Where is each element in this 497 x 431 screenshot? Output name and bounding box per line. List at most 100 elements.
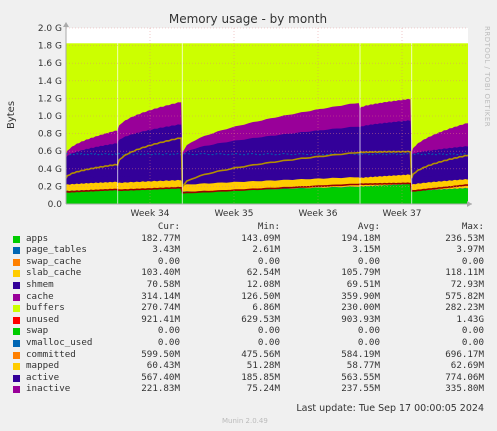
legend-avg: 237.55M bbox=[341, 383, 380, 395]
legend-cur: 0.00 bbox=[157, 255, 180, 267]
legend-header-cur: Cur: bbox=[157, 221, 180, 232]
legend-cur: 3.43M bbox=[152, 244, 180, 256]
legend-max: 236.53M bbox=[445, 232, 484, 244]
legend-max: 282.23M bbox=[445, 302, 484, 314]
legend-cur: 270.74M bbox=[141, 302, 180, 314]
legend-min: 62.54M bbox=[246, 267, 280, 279]
legend-min: 51.28M bbox=[246, 360, 280, 372]
legend-swatch bbox=[13, 363, 20, 371]
legend-header-max: Max: bbox=[461, 221, 484, 232]
y-tick-label: 1.4 G bbox=[38, 77, 62, 87]
legend-header-min: Min: bbox=[257, 221, 280, 232]
legend-cur: 567.40M bbox=[141, 371, 180, 383]
legend-row-cache: cache 314.14M 126.50M 359.90M 575.82M bbox=[8, 291, 488, 303]
legend-min: 143.09M bbox=[241, 232, 280, 244]
legend-name: inactive bbox=[26, 383, 71, 395]
legend-cur: 0.00 bbox=[157, 325, 180, 337]
legend-swatch bbox=[13, 281, 20, 289]
legend-name: apps bbox=[26, 232, 49, 244]
legend-min: 126.50M bbox=[241, 290, 280, 302]
legend-name: swap bbox=[26, 325, 49, 337]
legend-max: 0.00 bbox=[461, 325, 484, 337]
legend-min: 6.86M bbox=[252, 302, 280, 314]
legend-row-mapped: mapped 60.43M 51.28M 58.77M 62.69M bbox=[8, 360, 488, 372]
legend-row-active: active 567.40M 185.85M 563.55M 774.06M bbox=[8, 372, 488, 384]
legend-swatch bbox=[13, 258, 20, 266]
y-tick-label: 0.2 G bbox=[38, 182, 62, 192]
legend-swatch bbox=[13, 339, 20, 347]
y-tick-label: 0.0 bbox=[48, 200, 63, 210]
y-tick-label: 1.6 G bbox=[38, 59, 62, 69]
legend-min: 629.53M bbox=[241, 313, 280, 325]
y-tick-label: 0.4 G bbox=[38, 165, 62, 175]
legend-swatch bbox=[13, 386, 20, 394]
legend-name: mapped bbox=[26, 360, 60, 372]
legend-row-vmalloc-used: vmalloc_used 0.00 0.00 0.00 0.00 bbox=[8, 337, 488, 349]
legend-row-swap: swap 0.00 0.00 0.00 0.00 bbox=[8, 325, 488, 337]
legend-cur: 182.77M bbox=[141, 232, 180, 244]
legend-name: unused bbox=[26, 313, 60, 325]
legend-name: buffers bbox=[26, 302, 65, 314]
legend-max: 575.82M bbox=[445, 290, 484, 302]
legend-row-apps: apps 182.77M 143.09M 194.18M 236.53M bbox=[8, 233, 488, 245]
legend-swatch bbox=[13, 328, 20, 336]
y-tick-label: 1.8 G bbox=[38, 42, 62, 52]
legend-cur: 599.50M bbox=[141, 348, 180, 360]
legend-min: 0.00 bbox=[257, 336, 280, 348]
legend-name: shmem bbox=[26, 278, 54, 290]
legend-row-page-tables: page_tables 3.43M 2.61M 3.15M 3.97M bbox=[8, 244, 488, 256]
legend-row-slab-cache: slab_cache 103.40M 62.54M 105.79M 118.11M bbox=[8, 267, 488, 279]
legend-avg: 563.55M bbox=[341, 371, 380, 383]
legend-avg: 359.90M bbox=[341, 290, 380, 302]
legend-name: swap_cache bbox=[26, 255, 82, 267]
y-tick-label: 1.0 G bbox=[38, 112, 62, 122]
legend-min: 0.00 bbox=[257, 255, 280, 267]
y-tick-label: 0.8 G bbox=[38, 130, 62, 140]
legend-max: 0.00 bbox=[461, 255, 484, 267]
munin-version: Munin 2.0.49 bbox=[222, 417, 268, 425]
legend: Cur: Min: Avg: Max: apps 182.77M 143.09M 19… bbox=[8, 221, 488, 395]
legend-avg: 3.15M bbox=[352, 244, 380, 256]
y-tick-label: 1.2 G bbox=[38, 94, 62, 104]
legend-name: slab_cache bbox=[26, 267, 82, 279]
legend-min: 185.85M bbox=[241, 371, 280, 383]
legend-cur: 921.41M bbox=[141, 313, 180, 325]
legend-row-buffers: buffers 270.74M 6.86M 230.00M 282.23M bbox=[8, 302, 488, 314]
memory-chart: Memory usage - by month Bytes RRDTOOL / … bbox=[6, 12, 491, 219]
legend-swatch bbox=[13, 305, 20, 313]
legend-min: 475.56M bbox=[241, 348, 280, 360]
legend-row-inactive: inactive 221.83M 75.24M 237.55M 335.80M bbox=[8, 383, 488, 395]
legend-name: page_tables bbox=[26, 244, 87, 256]
legend-swatch bbox=[13, 374, 20, 382]
x-tick-label: Week 37 bbox=[383, 209, 422, 219]
legend-header: Cur: Min: Avg: Max: bbox=[8, 221, 488, 233]
y-axis-label: Bytes bbox=[6, 101, 17, 129]
legend-avg: 0.00 bbox=[357, 325, 380, 337]
legend-avg: 105.79M bbox=[341, 267, 380, 279]
legend-max: 62.69M bbox=[450, 360, 484, 372]
y-tick-label: 0.6 G bbox=[38, 147, 62, 157]
legend-cur: 60.43M bbox=[146, 360, 180, 372]
legend-avg: 0.00 bbox=[357, 255, 380, 267]
legend-row-shmem: shmem 70.58M 12.08M 69.51M 72.93M bbox=[8, 279, 488, 291]
legend-cur: 221.83M bbox=[141, 383, 180, 395]
legend-cur: 70.58M bbox=[146, 278, 180, 290]
legend-max: 1.43G bbox=[456, 313, 484, 325]
legend-cur: 0.00 bbox=[157, 336, 180, 348]
legend-min: 2.61M bbox=[252, 244, 280, 256]
x-axis-ticks: Week 34 Week 35 Week 36 Week 37 bbox=[131, 209, 422, 219]
rrdtool-side-label: RRDTOOL / TOBI OETIKER bbox=[483, 26, 491, 127]
legend-row-committed: committed 599.50M 475.56M 584.19M 696.17M bbox=[8, 349, 488, 361]
legend-swatch bbox=[13, 351, 20, 359]
legend-cur: 314.14M bbox=[141, 290, 180, 302]
legend-avg: 58.77M bbox=[346, 360, 380, 372]
legend-cur: 103.40M bbox=[141, 267, 180, 279]
legend-max: 72.93M bbox=[450, 278, 484, 290]
legend-name: vmalloc_used bbox=[26, 336, 93, 348]
legend-avg: 903.93M bbox=[341, 313, 380, 325]
legend-row-unused: unused 921.41M 629.53M 903.93M 1.43G bbox=[8, 314, 488, 326]
legend-header-avg: Avg: bbox=[357, 221, 380, 232]
x-tick-label: Week 34 bbox=[131, 209, 170, 219]
y-tick-label: 2.0 G bbox=[38, 24, 62, 34]
legend-max: 774.06M bbox=[445, 371, 484, 383]
